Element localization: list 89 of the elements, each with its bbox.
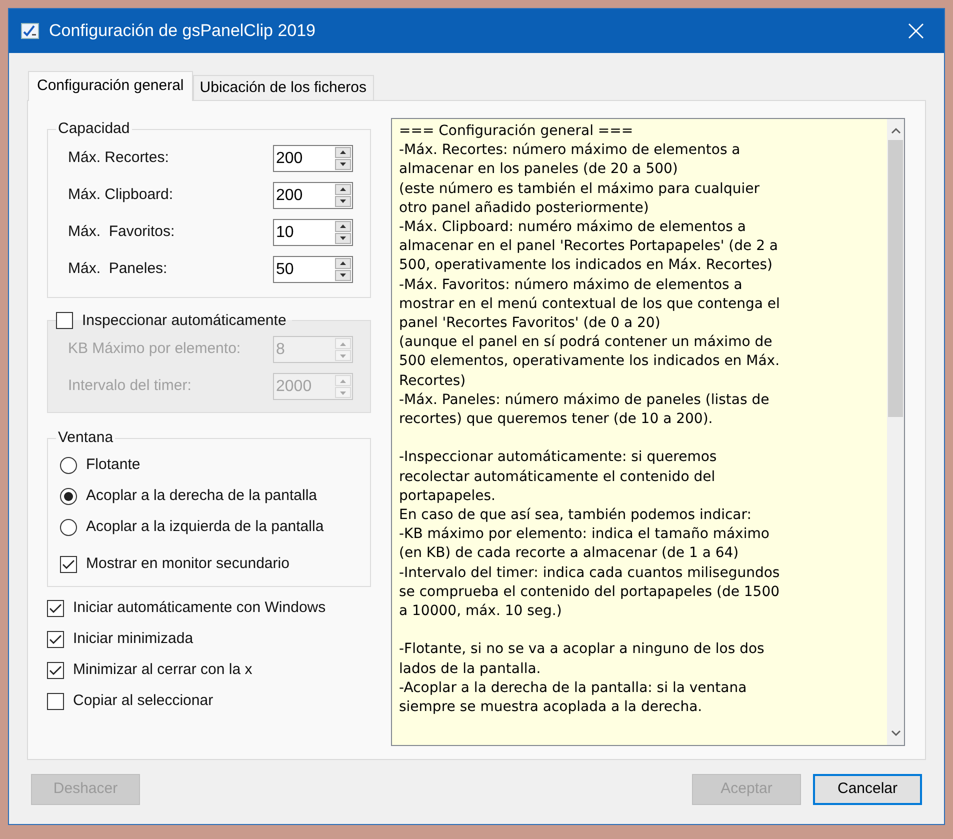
spin-up-icon — [339, 260, 347, 266]
help-text-line: -Inspeccionar automáticamente: si queremos — [399, 448, 718, 468]
spin-down-icon — [339, 198, 347, 204]
field-label: Máx. Clipboard: — [68, 184, 174, 205]
app-icon — [21, 23, 39, 39]
field-label: Intervalo del timer: — [68, 376, 192, 396]
spin-down-button[interactable] — [335, 158, 351, 170]
checkbox-label: Iniciar automáticamente con Windows — [73, 598, 326, 618]
help-text-line: -Máx. Recortes: número máximo de elementos a — [399, 141, 742, 160]
spin-up-icon — [339, 378, 347, 384]
spin-up-icon — [339, 340, 347, 346]
spin-down-icon — [339, 272, 347, 278]
help-text-line: panel 'Recortes Favoritos' (de 0 a 20) — [399, 314, 662, 334]
field-label: KB Máximo por elemento: — [68, 339, 241, 360]
checkbox-label: Copiar al seleccionar — [73, 690, 214, 711]
radio-label: Flotante — [86, 454, 140, 475]
window-title: Configuración de gsPanelClip 2019 — [49, 20, 316, 42]
help-text-line: -Máx. Favoritos: número máximo de elementos a — [399, 276, 744, 295]
help-text-line: -Máx. Clipboard: numéro máximo de elementos a — [399, 218, 748, 238]
radio-button[interactable] — [60, 518, 77, 536]
help-text-line: -KB máximo por elemento: indica el tamaño máximo — [399, 525, 770, 544]
spin-up-button[interactable] — [335, 220, 351, 232]
help-text-line: mostrar en el menú contextual de los que contenga el — [399, 294, 781, 314]
help-text-line: portapapeles. — [399, 486, 496, 506]
spin-up-button[interactable] — [335, 146, 351, 158]
help-text-line: otro panel añadido posteriormente) — [399, 198, 650, 218]
spin-down-icon — [339, 390, 347, 396]
checkbox[interactable] — [60, 556, 77, 572]
tab[interactable]: Configuración general — [28, 71, 193, 101]
spin-up-button[interactable] — [335, 258, 351, 268]
spin-up-icon — [339, 149, 347, 155]
spin-up-icon — [339, 186, 347, 192]
number-spinner[interactable]: 10 — [273, 218, 353, 246]
help-text-line: 500 elementos, operativamente los indicados en Máx. — [399, 352, 781, 372]
help-text-line: (en KB) de cada recorte a almacenar (de 1 a 64) — [399, 544, 740, 564]
radio-label: Acoplar a la derecha de la pantalla — [86, 486, 317, 506]
spin-up-icon — [339, 223, 347, 229]
scroll-up-icon[interactable] — [890, 127, 900, 134]
tab[interactable]: Ubicación de los ficheros — [192, 75, 374, 101]
help-text-line: (este número es también el máximo para cualquier — [399, 180, 760, 199]
help-text-line: lados de la pantalla. — [399, 660, 542, 679]
field-label: Máx. Paneles: — [68, 258, 168, 279]
spin-up-button[interactable] — [335, 184, 351, 194]
help-text-line: Recortes) — [399, 372, 467, 391]
checkbox[interactable] — [56, 312, 73, 330]
field-label: Máx. Recortes: — [68, 148, 169, 168]
spin-down-button[interactable] — [335, 196, 351, 206]
radio-button[interactable] — [60, 488, 77, 504]
spin-down-icon — [339, 352, 347, 358]
checkbox[interactable] — [47, 662, 64, 678]
help-text-line: 500, operativamente los indicados en Máx. Recortes) — [399, 256, 774, 276]
checkbox[interactable] — [47, 600, 64, 616]
help-text-line: siempre se muestra acoplada a la derecha. — [399, 698, 704, 718]
checkbox-label: Mostrar en monitor secundario — [86, 554, 290, 574]
radio-label: Acoplar a la izquierda de la pantalla — [86, 516, 324, 537]
help-text-line: almacenar en los paneles (de 20 a 500) — [399, 160, 679, 180]
help-text-line: recolectar automáticamente el contenido del — [399, 468, 716, 487]
help-text-line: (aunque el panel en sí podrá contener un máximo de — [399, 333, 774, 352]
checkbox-label: Iniciar minimizada — [73, 628, 194, 649]
help-text-line: -Intervalo del timer: indica cada cuantos milisegundos — [399, 564, 781, 583]
spin-down-icon — [339, 161, 347, 167]
help-text-line: recortes) que queremos tener (de 10 a 200). — [399, 410, 714, 430]
radio-button[interactable] — [60, 456, 77, 474]
number-spinner[interactable]: 50 — [273, 256, 353, 282]
spin-down-button[interactable] — [335, 232, 351, 244]
checkbox-label: Inspeccionar automáticamente — [82, 310, 286, 330]
help-text-line: En caso de que así sea, también podemos indicar: — [399, 506, 752, 526]
number-spinner[interactable]: 200 — [273, 144, 353, 172]
help-text-line: almacenar en el panel 'Recortes Portapapeles' (de 2 a — [399, 237, 780, 256]
close-icon[interactable] — [908, 23, 924, 39]
spin-down-button[interactable] — [335, 270, 351, 280]
scroll-thumb[interactable] — [888, 140, 903, 417]
help-text-line: a 10000, máx. 10 seg.) — [399, 602, 563, 622]
number-spinner[interactable]: 200 — [273, 182, 353, 208]
help-text-line: se comprueba el contenido del portapapeles (de 1500 — [399, 582, 781, 602]
dialog-button[interactable]: Cancelar — [813, 774, 922, 805]
help-text-line: === Configuración general === — [399, 122, 634, 141]
help-text-line: -Máx. Paneles: número máximo de paneles (listas de — [399, 390, 770, 410]
help-text-line: -Flotante, si no se va a acoplar a ninguno de los dos — [399, 640, 766, 660]
checkbox-label: Minimizar al cerrar con la x — [73, 660, 252, 680]
field-label: Máx. Favoritos: — [68, 222, 175, 242]
checkbox[interactable] — [47, 692, 64, 710]
spin-down-icon — [339, 235, 347, 241]
group-title: Ventana — [57, 428, 114, 448]
help-text-line: -Acoplar a la derecha de la pantalla: si la ventana — [399, 678, 748, 698]
checkbox[interactable] — [47, 630, 64, 648]
group-title: Capacidad — [57, 119, 131, 139]
scrollbar[interactable] — [887, 119, 904, 745]
scroll-down-icon[interactable] — [890, 730, 900, 737]
